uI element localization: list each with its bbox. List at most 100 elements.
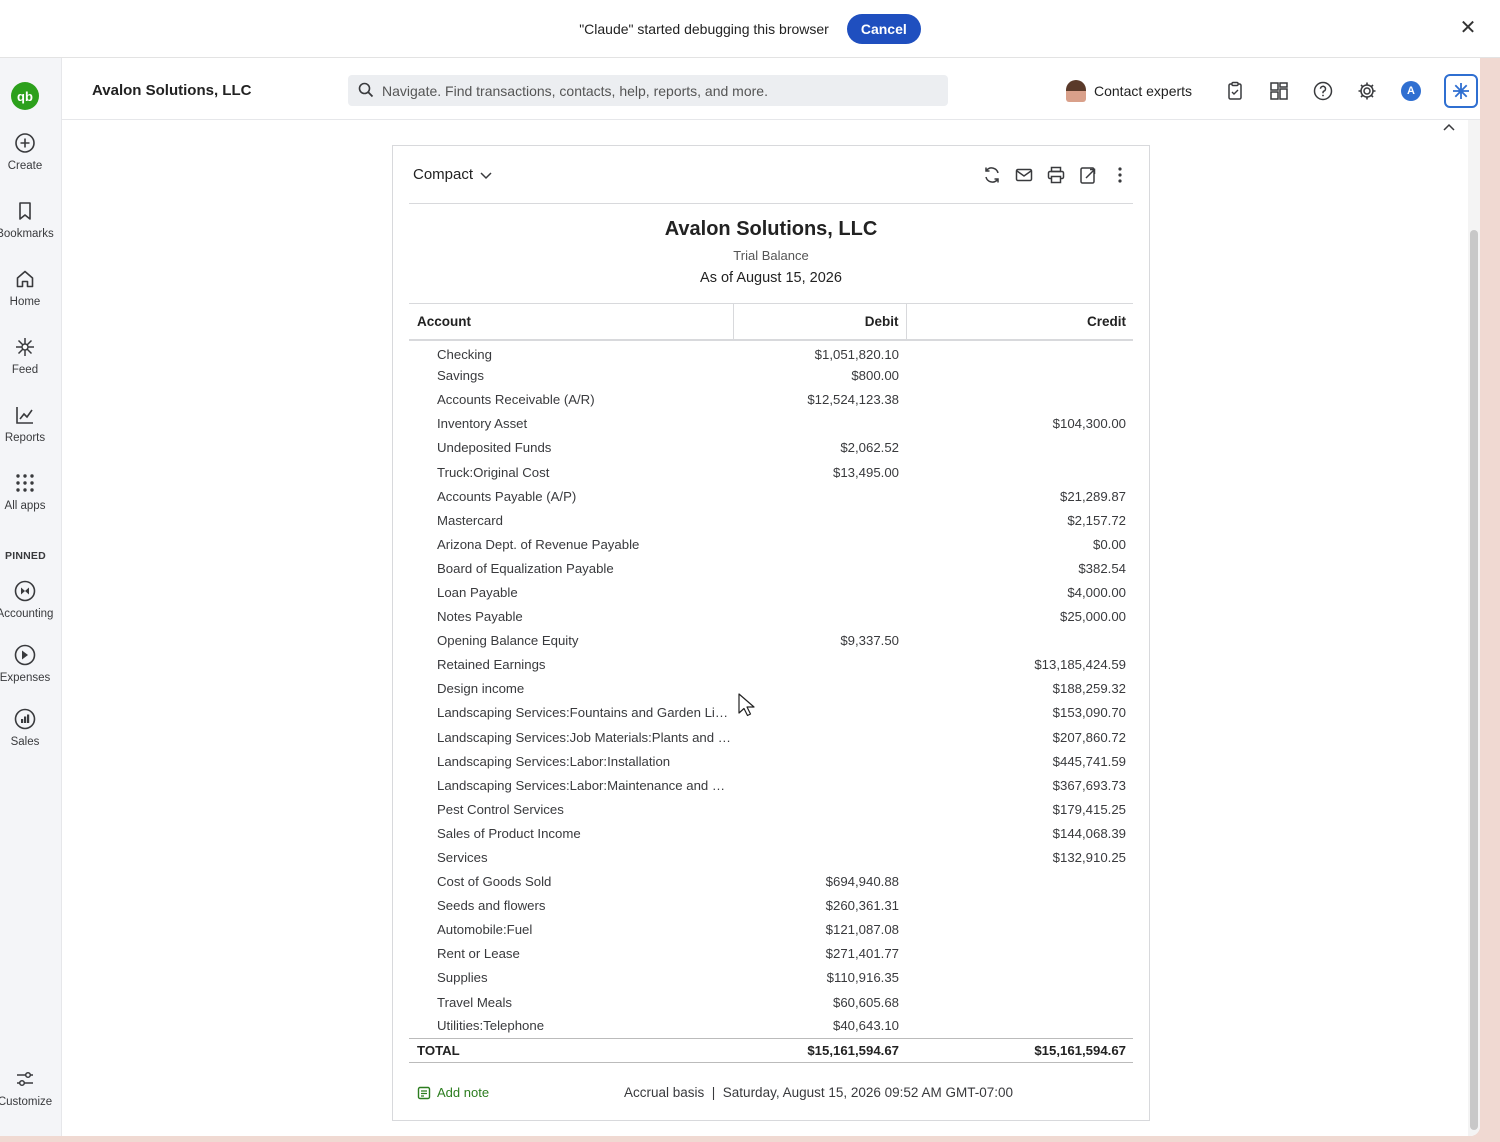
account-cell[interactable]: Utilities:Telephone — [409, 1014, 733, 1038]
column-header-account[interactable]: Account — [409, 303, 733, 341]
sidebar-item-accounting[interactable]: Accounting — [0, 580, 58, 620]
account-cell[interactable]: Board of Equalization Payable — [409, 556, 733, 580]
table-row[interactable]: Sales of Product Income $144,068.39 — [409, 821, 1133, 845]
credit-cell[interactable]: $104,300.00 — [906, 412, 1133, 436]
account-cell[interactable]: Sales of Product Income — [409, 821, 733, 845]
close-icon[interactable]: ✕ — [1458, 18, 1478, 38]
credit-cell[interactable] — [906, 629, 1133, 653]
table-row[interactable]: Savings $800.00 — [409, 364, 1133, 388]
account-cell[interactable]: Truck:Original Cost — [409, 460, 733, 484]
account-cell[interactable]: Seeds and flowers — [409, 894, 733, 918]
debit-cell[interactable] — [733, 412, 906, 436]
refresh-icon[interactable] — [982, 165, 1002, 185]
credit-cell[interactable] — [906, 1014, 1133, 1038]
credit-cell[interactable] — [906, 990, 1133, 1014]
table-row[interactable]: Automobile:Fuel $121,087.08 — [409, 918, 1133, 942]
gear-icon[interactable] — [1356, 80, 1378, 102]
credit-cell[interactable]: $132,910.25 — [906, 845, 1133, 869]
account-cell[interactable]: Cost of Goods Sold — [409, 870, 733, 894]
credit-cell[interactable]: $21,289.87 — [906, 484, 1133, 508]
debit-cell[interactable] — [733, 749, 906, 773]
table-row[interactable]: Design income $188,259.32 — [409, 677, 1133, 701]
table-row[interactable]: Notes Payable $25,000.00 — [409, 605, 1133, 629]
apps-switcher-icon[interactable] — [1268, 80, 1290, 102]
sidebar-item-create[interactable]: Create — [0, 132, 58, 172]
credit-cell[interactable]: $4,000.00 — [906, 580, 1133, 604]
table-row[interactable]: Rent or Lease $271,401.77 — [409, 942, 1133, 966]
account-cell[interactable]: Landscaping Services:Labor:Maintenance a… — [409, 773, 733, 797]
debit-cell[interactable] — [733, 508, 906, 532]
credit-cell[interactable] — [906, 460, 1133, 484]
table-row[interactable]: Landscaping Services:Labor:Maintenance a… — [409, 773, 1133, 797]
debit-cell[interactable]: $2,062.52 — [733, 436, 906, 460]
account-cell[interactable]: Notes Payable — [409, 605, 733, 629]
debit-cell[interactable]: $271,401.77 — [733, 942, 906, 966]
table-row[interactable]: Utilities:Telephone $40,643.10 — [409, 1014, 1133, 1038]
debit-cell[interactable]: $694,940.88 — [733, 870, 906, 894]
table-row[interactable]: Supplies $110,916.35 — [409, 966, 1133, 990]
account-cell[interactable]: Landscaping Services:Fountains and Garde… — [409, 701, 733, 725]
account-cell[interactable]: Accounts Receivable (A/R) — [409, 388, 733, 412]
help-icon[interactable] — [1312, 80, 1334, 102]
debit-cell[interactable] — [733, 605, 906, 629]
account-cell[interactable]: Pest Control Services — [409, 797, 733, 821]
scrollbar-thumb[interactable] — [1470, 230, 1478, 1130]
credit-cell[interactable] — [906, 364, 1133, 388]
cancel-debug-button[interactable]: Cancel — [846, 13, 921, 44]
account-cell[interactable]: Checking — [409, 340, 733, 364]
account-cell[interactable]: Design income — [409, 677, 733, 701]
account-cell[interactable]: Landscaping Services:Job Materials:Plant… — [409, 725, 733, 749]
account-cell[interactable]: Loan Payable — [409, 580, 733, 604]
debit-cell[interactable]: $13,495.00 — [733, 460, 906, 484]
debit-cell[interactable] — [733, 725, 906, 749]
debit-cell[interactable] — [733, 484, 906, 508]
debit-cell[interactable]: $1,051,820.10 — [733, 340, 906, 364]
table-row[interactable]: Accounts Receivable (A/R) $12,524,123.38 — [409, 388, 1133, 412]
sidebar-item-sales[interactable]: Sales — [0, 708, 58, 748]
account-cell[interactable]: Undeposited Funds — [409, 436, 733, 460]
clipboard-icon[interactable] — [1224, 80, 1246, 102]
table-row[interactable]: Checking $1,051,820.10 — [409, 340, 1133, 364]
credit-cell[interactable]: $382.54 — [906, 556, 1133, 580]
debit-cell[interactable]: $800.00 — [733, 364, 906, 388]
credit-cell[interactable]: $144,068.39 — [906, 821, 1133, 845]
table-row[interactable]: Inventory Asset $104,300.00 — [409, 412, 1133, 436]
debit-cell[interactable] — [733, 821, 906, 845]
debit-cell[interactable]: $121,087.08 — [733, 918, 906, 942]
table-row[interactable]: Mastercard $2,157.72 — [409, 508, 1133, 532]
credit-cell[interactable] — [906, 918, 1133, 942]
sidebar-item-expenses[interactable]: Expenses — [0, 644, 58, 684]
chevron-up-icon[interactable] — [1438, 120, 1460, 134]
table-row[interactable]: Travel Meals $60,605.68 — [409, 990, 1133, 1014]
table-row[interactable]: Accounts Payable (A/P) $21,289.87 — [409, 484, 1133, 508]
account-cell[interactable]: Supplies — [409, 966, 733, 990]
sidebar-item-feed[interactable]: Feed — [0, 336, 58, 376]
sidebar-item-bookmarks[interactable]: Bookmarks — [0, 200, 58, 240]
add-note-button[interactable]: Add note — [417, 1085, 489, 1100]
sidebar-item-home[interactable]: Home — [0, 268, 58, 308]
credit-cell[interactable]: $188,259.32 — [906, 677, 1133, 701]
credit-cell[interactable] — [906, 340, 1133, 364]
credit-cell[interactable]: $153,090.70 — [906, 701, 1133, 725]
quickbooks-logo[interactable]: qb — [11, 82, 39, 110]
debit-cell[interactable] — [733, 653, 906, 677]
table-row[interactable]: Services $132,910.25 — [409, 845, 1133, 869]
user-avatar[interactable]: A — [1401, 81, 1421, 101]
debit-cell[interactable]: $40,643.10 — [733, 1014, 906, 1038]
column-header-credit[interactable]: Credit — [905, 303, 1133, 341]
debit-cell[interactable] — [733, 797, 906, 821]
debit-cell[interactable] — [733, 677, 906, 701]
debit-cell[interactable]: $260,361.31 — [733, 894, 906, 918]
ai-assist-button[interactable] — [1444, 74, 1478, 108]
account-cell[interactable]: Accounts Payable (A/P) — [409, 484, 733, 508]
credit-cell[interactable] — [906, 942, 1133, 966]
scrollbar[interactable] — [1468, 120, 1480, 1136]
account-cell[interactable]: Opening Balance Equity — [409, 629, 733, 653]
debit-cell[interactable] — [733, 773, 906, 797]
table-row[interactable]: Arizona Dept. of Revenue Payable $0.00 — [409, 532, 1133, 556]
credit-cell[interactable] — [906, 388, 1133, 412]
account-cell[interactable]: Travel Meals — [409, 990, 733, 1014]
debit-cell[interactable]: $60,605.68 — [733, 990, 906, 1014]
account-cell[interactable]: Savings — [409, 364, 733, 388]
table-row[interactable]: Landscaping Services:Labor:Installation $… — [409, 749, 1133, 773]
